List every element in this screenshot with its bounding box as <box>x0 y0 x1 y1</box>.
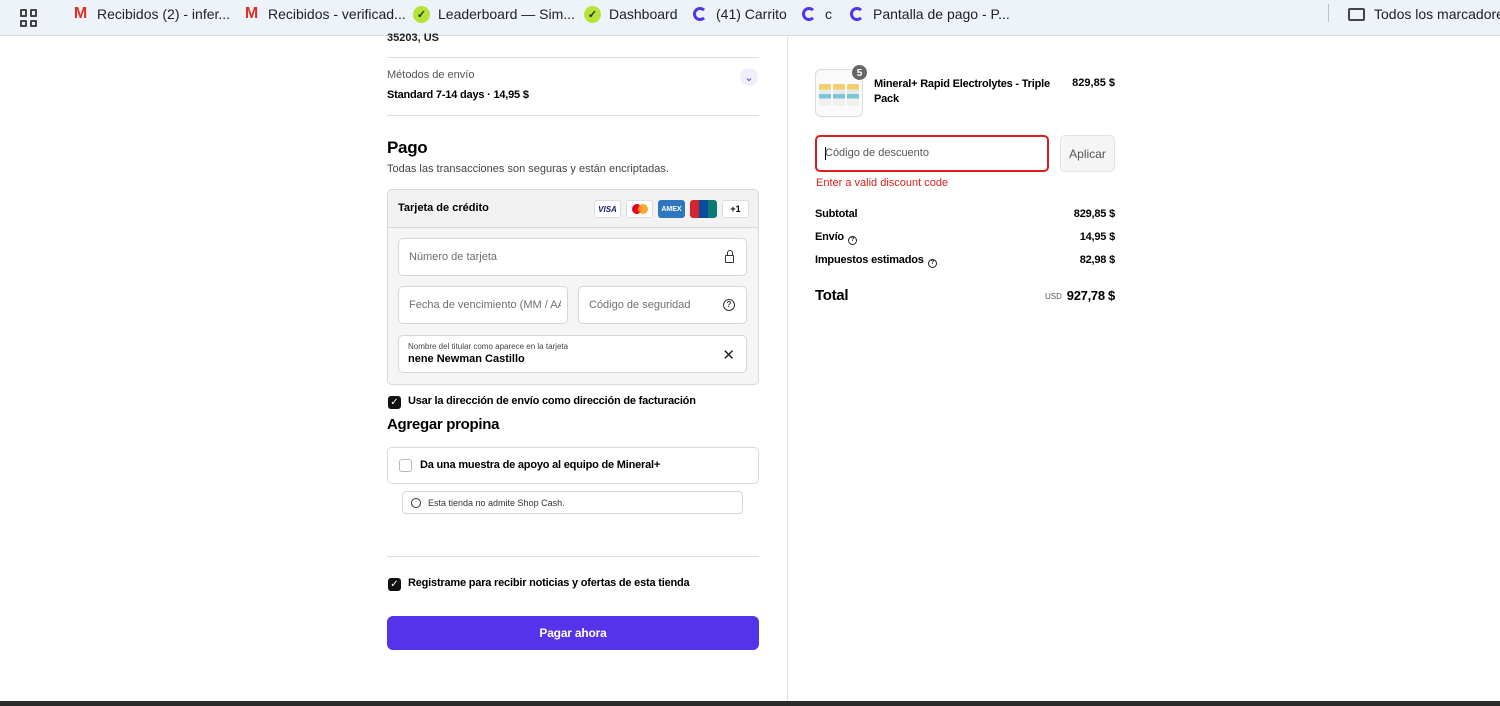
cardholder-name-field[interactable]: Nombre del titular como aparece en la ta… <box>398 335 747 373</box>
shipping-row: Envío? 14,95 $ <box>815 231 1115 245</box>
payment-title: Pago <box>387 138 428 157</box>
discount-error-message: Enter a valid discount code <box>816 177 949 189</box>
bookmark-label: Leaderboard — Sim... <box>438 6 575 22</box>
amex-logo-icon: AMEX <box>658 200 685 218</box>
tip-checkbox[interactable] <box>399 459 412 472</box>
more-cards-badge: +1 <box>722 200 749 218</box>
payment-subtitle: Todas las transacciones son seguras y es… <box>387 163 669 175</box>
help-icon[interactable]: ? <box>847 236 857 245</box>
billing-same-checkbox[interactable]: ✓ <box>388 396 401 409</box>
tax-value: 82,98 $ <box>1079 254 1116 266</box>
total-label: Total <box>815 287 849 304</box>
bookmark-label: Recibidos (2) - infer... <box>97 6 231 22</box>
discount-code-placeholder: Código de descuento <box>825 147 929 159</box>
tip-title: Agregar propina <box>387 416 500 433</box>
cardholder-name-label: Nombre del titular como aparece en la ta… <box>408 342 569 351</box>
newsletter-label: Registrame para recibir noticias y ofert… <box>408 577 690 589</box>
bookmark-gmail-inferred[interactable]: M Recibidos (2) - infer... <box>72 5 230 23</box>
credit-card-header[interactable]: Tarjeta de crédito VISA AMEX +1 <box>388 190 758 228</box>
security-code-field[interactable]: Código de seguridad ? <box>578 286 747 324</box>
sim-icon: ✓ <box>413 5 430 23</box>
bookmark-pantalla-pago[interactable]: Pantalla de pago - P... <box>848 5 1010 23</box>
shipping-label: Envío <box>815 231 844 243</box>
shipping-method-value: Standard 7-14 days · 14,95 $ <box>387 89 529 101</box>
shop-cash-notice: · Esta tienda no admite Shop Cash. <box>402 491 743 514</box>
total-value: 927,78 $ <box>1066 288 1116 303</box>
bookmark-leaderboard[interactable]: ✓ Leaderboard — Sim... <box>413 5 575 23</box>
apps-grid-icon[interactable] <box>20 9 38 27</box>
bookmark-gmail-verified[interactable]: M Recibidos - verificad... <box>243 5 406 23</box>
help-icon[interactable]: ? <box>927 259 937 268</box>
discount-code-input[interactable]: Código de descuento <box>815 135 1049 172</box>
gmail-icon: M <box>244 5 259 22</box>
tax-row: Impuestos estimados? 82,98 $ <box>815 254 1115 268</box>
bookmark-label: (41) Carrito <box>716 6 787 22</box>
shop-cash-notice-text: Esta tienda no admite Shop Cash. <box>428 498 565 508</box>
expiry-field[interactable]: Fecha de vencimiento (MM / AA) <box>398 286 568 324</box>
divider <box>387 115 759 116</box>
visa-logo-icon: VISA <box>594 200 621 218</box>
subtotal-label: Subtotal <box>815 208 858 220</box>
bookmark-label: Dashboard <box>609 6 678 22</box>
shipping-method-label: Métodos de envío <box>387 69 475 81</box>
lock-icon <box>723 250 735 263</box>
bookmark-label: c <box>825 6 832 22</box>
shop-icon <box>800 6 817 23</box>
clear-icon[interactable]: ✕ <box>722 346 735 364</box>
bookmark-label: Recibidos - verificad... <box>268 6 406 22</box>
card-logos: VISA AMEX +1 <box>594 200 749 218</box>
divider <box>387 57 759 58</box>
bookmarks-bar: M Recibidos (2) - infer... M Recibidos -… <box>0 0 1500 36</box>
column-divider <box>787 36 788 701</box>
unionpay-logo-icon <box>690 200 717 218</box>
divider <box>387 556 759 557</box>
bookmark-label: Pantalla de pago - P... <box>873 6 1010 22</box>
folder-icon <box>1348 7 1365 21</box>
expiry-placeholder: Fecha de vencimiento (MM / AA) <box>409 299 561 311</box>
clock-icon: · <box>411 498 421 508</box>
credit-card-panel: Tarjeta de crédito VISA AMEX +1 Número d… <box>387 189 759 385</box>
card-number-placeholder: Número de tarjeta <box>409 251 498 263</box>
bookmark-carrito[interactable]: (41) Carrito <box>691 5 787 23</box>
bookmark-c[interactable]: c <box>800 5 832 23</box>
pay-now-button[interactable]: Pagar ahora <box>387 616 759 650</box>
shop-icon <box>691 6 708 23</box>
newsletter-checkbox[interactable]: ✓ <box>388 578 401 591</box>
chevron-down-icon[interactable]: ⌄ <box>740 68 758 86</box>
all-bookmarks-label: Todos los marcadores <box>1374 6 1500 22</box>
tip-option-label: Da una muestra de apoyo al equipo de Min… <box>420 459 661 471</box>
billing-same-label: Usar la dirección de envío como direcció… <box>408 395 696 407</box>
credit-card-label: Tarjeta de crédito <box>398 202 489 214</box>
gmail-icon: M <box>73 5 88 22</box>
apply-discount-button[interactable]: Aplicar <box>1060 135 1115 172</box>
all-bookmarks-folder[interactable]: Todos los marcadores <box>1348 5 1500 23</box>
sim-icon: ✓ <box>584 5 601 23</box>
bookmark-dashboard[interactable]: ✓ Dashboard <box>584 5 678 23</box>
mastercard-logo-icon <box>626 200 653 218</box>
shipping-value: 14,95 $ <box>1079 231 1116 243</box>
taskbar-edge <box>0 701 1500 706</box>
address-summary: 35203, US <box>387 32 439 44</box>
subtotal-value: 829,85 $ <box>1073 208 1115 220</box>
subtotal-row: Subtotal 829,85 $ <box>815 208 1115 220</box>
question-circle-icon[interactable]: ? <box>723 299 735 311</box>
currency-code: USD <box>1045 292 1062 301</box>
tip-option[interactable]: Da una muestra de apoyo al equipo de Min… <box>387 447 759 484</box>
product-name: Mineral+ Rapid Electrolytes - Triple Pac… <box>874 78 1050 105</box>
cardholder-name-value: nene Newman Castillo <box>408 353 525 365</box>
tax-label: Impuestos estimados <box>815 254 924 266</box>
security-code-placeholder: Código de seguridad <box>589 299 691 311</box>
bookmarks-separator <box>1328 4 1329 22</box>
card-number-field[interactable]: Número de tarjeta <box>398 238 747 276</box>
quantity-badge: 5 <box>851 64 868 81</box>
shop-icon <box>848 6 865 23</box>
product-price: 829,85 $ <box>1072 77 1115 89</box>
